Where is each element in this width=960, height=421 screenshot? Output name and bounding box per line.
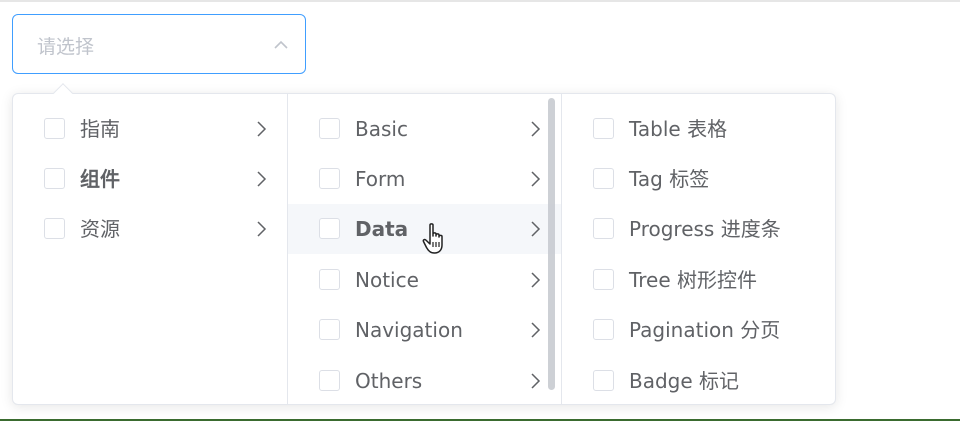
menu-item-label: Form (355, 167, 406, 191)
window-top-border (0, 0, 960, 2)
checkbox[interactable] (593, 319, 614, 340)
cascader-select[interactable]: 请选择 (12, 14, 306, 74)
menu-item-table[interactable]: Table 表格 (562, 104, 835, 154)
menu-item-components[interactable]: 组件 (13, 154, 287, 204)
checkbox[interactable] (593, 370, 614, 391)
menu-item-basic[interactable]: Basic (288, 104, 561, 154)
menu-item-badge[interactable]: Badge 标记 (562, 356, 835, 404)
chevron-right-icon (255, 220, 267, 238)
menu-item-notice[interactable]: Notice (288, 255, 561, 305)
menu-item-resources[interactable]: 资源 (13, 204, 287, 254)
select-placeholder: 请选择 (37, 36, 95, 58)
checkbox[interactable] (44, 218, 65, 239)
checkbox[interactable] (319, 319, 340, 340)
hand-pointer-icon (421, 222, 451, 256)
chevron-right-icon (255, 120, 267, 138)
chevron-right-icon (529, 372, 541, 390)
chevron-right-icon (529, 321, 541, 339)
menu-item-navigation[interactable]: Navigation (288, 305, 561, 355)
checkbox[interactable] (593, 168, 614, 189)
checkbox[interactable] (319, 118, 340, 139)
checkbox[interactable] (319, 168, 340, 189)
menu-item-label: 资源 (80, 217, 120, 241)
menu-item-label: Progress 进度条 (629, 217, 781, 241)
checkbox[interactable] (593, 269, 614, 290)
checkbox[interactable] (319, 370, 340, 391)
chevron-right-icon (529, 170, 541, 188)
menu-item-label: Table 表格 (629, 117, 728, 141)
menu-item-tree[interactable]: Tree 树形控件 (562, 255, 835, 305)
menu-item-label: Others (355, 369, 423, 393)
checkbox[interactable] (319, 218, 340, 239)
menu-item-label: Tree 树形控件 (629, 268, 758, 292)
menu-item-label: 指南 (80, 117, 120, 141)
menu-item-guide[interactable]: 指南 (13, 104, 287, 154)
checkbox[interactable] (593, 218, 614, 239)
scrollbar-thumb[interactable] (548, 98, 555, 390)
menu-item-label: Tag 标签 (629, 167, 710, 191)
menu-item-label: Basic (355, 117, 408, 141)
checkbox[interactable] (593, 118, 614, 139)
chevron-up-icon[interactable] (273, 37, 289, 53)
checkbox[interactable] (44, 168, 65, 189)
checkbox[interactable] (319, 269, 340, 290)
chevron-right-icon (529, 120, 541, 138)
chevron-right-icon (255, 170, 267, 188)
chevron-right-icon (529, 220, 541, 238)
menu-item-label: Pagination 分页 (629, 318, 781, 342)
menu-item-others[interactable]: Others (288, 356, 561, 404)
checkbox[interactable] (44, 118, 65, 139)
menu-item-label: Data (355, 217, 409, 241)
menu-item-form[interactable]: Form (288, 154, 561, 204)
cascader-menu-level-3: Table 表格 Tag 标签 Progress 进度条 Tree 树形控件 P… (562, 94, 835, 404)
menu-item-tag[interactable]: Tag 标签 (562, 154, 835, 204)
menu-item-label: Navigation (355, 318, 463, 342)
menu-item-label: Badge 标记 (629, 369, 740, 393)
menu-item-progress[interactable]: Progress 进度条 (562, 204, 835, 254)
menu-item-pagination[interactable]: Pagination 分页 (562, 305, 835, 355)
chevron-right-icon (529, 271, 541, 289)
menu-item-label: Notice (355, 268, 419, 292)
menu-item-label: 组件 (80, 167, 120, 191)
cascader-menu-level-1: 指南 组件 资源 (13, 94, 288, 404)
